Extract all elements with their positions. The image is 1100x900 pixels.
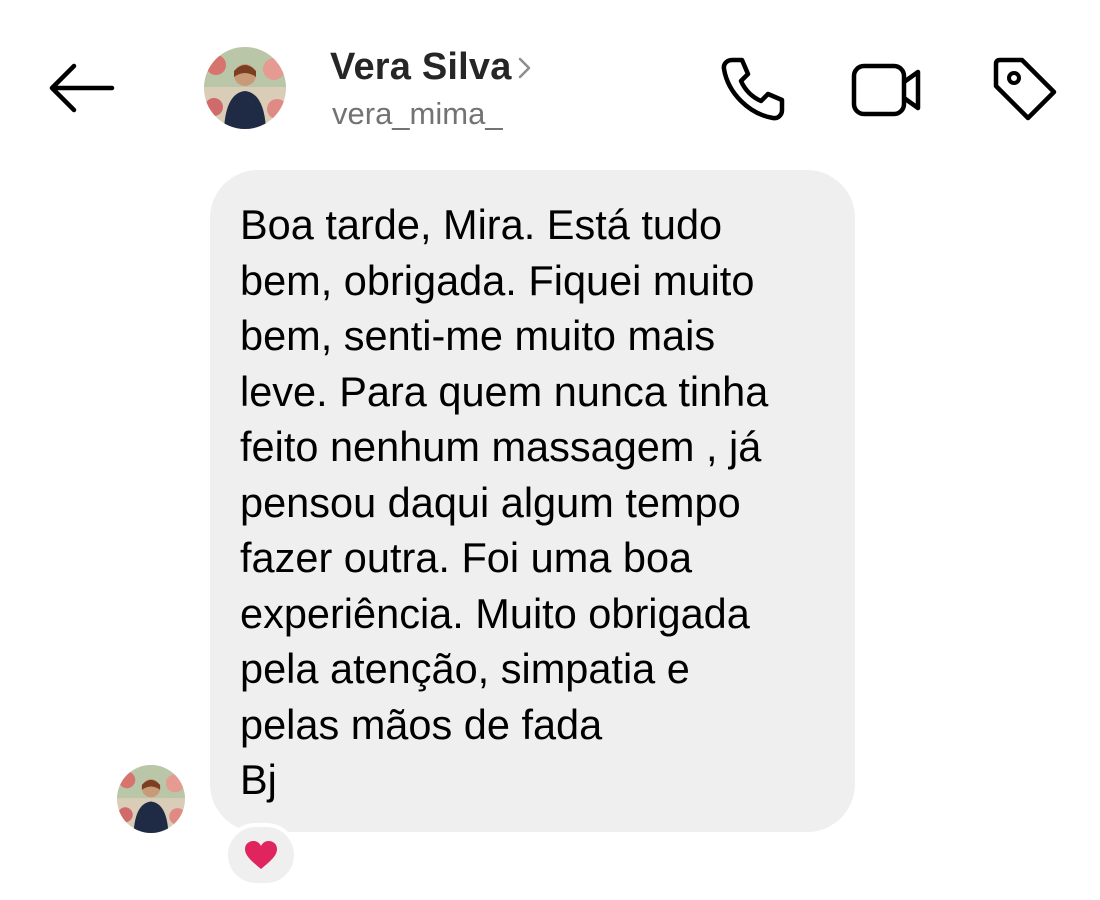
contact-name: Vera Silva bbox=[330, 45, 512, 88]
profile-photo bbox=[204, 47, 286, 129]
avatar[interactable] bbox=[204, 47, 286, 129]
profile-photo bbox=[117, 765, 185, 833]
label-button[interactable] bbox=[984, 50, 1064, 130]
message-text: Boa tarde, Mira. Está tudo bem, obrigada… bbox=[240, 201, 769, 803]
message-bubble[interactable]: Boa tarde, Mira. Está tudo bem, obrigada… bbox=[210, 170, 855, 832]
tag-icon bbox=[993, 57, 1057, 121]
arrow-left-icon bbox=[49, 63, 115, 113]
video-call-button[interactable] bbox=[846, 50, 926, 130]
back-button[interactable] bbox=[40, 56, 120, 120]
chevron-right-icon bbox=[518, 57, 530, 79]
video-camera-icon bbox=[851, 63, 921, 117]
message-reaction[interactable] bbox=[224, 823, 298, 887]
phone-icon bbox=[721, 57, 785, 121]
voice-call-button[interactable] bbox=[712, 50, 792, 130]
sender-avatar[interactable] bbox=[117, 765, 185, 833]
contact-username: vera_mima_ bbox=[332, 96, 503, 131]
dm-conversation-screen: Vera Silva vera_mima_ Boa tarde, Mira. E… bbox=[0, 0, 1100, 900]
heart-icon bbox=[245, 841, 277, 869]
profile-name-link[interactable]: Vera Silva bbox=[330, 42, 534, 92]
